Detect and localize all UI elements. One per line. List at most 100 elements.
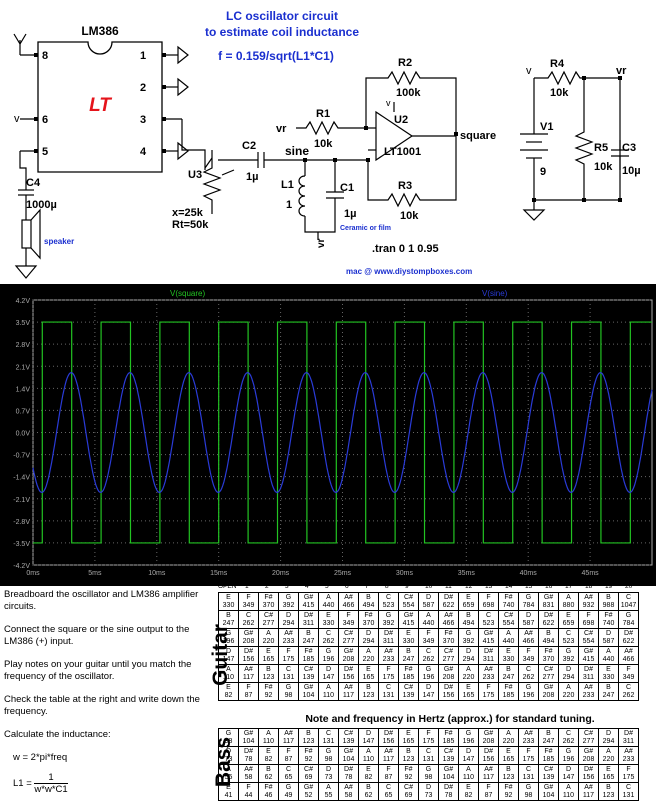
note-frequency: 98 <box>324 755 333 763</box>
note-cell: G 196 <box>418 664 439 683</box>
note-name: C <box>565 730 572 737</box>
y-tick-label: 2.1V <box>16 364 31 371</box>
instruction-3: Play notes on your guitar until you matc… <box>4 659 192 682</box>
r5-label: R5 <box>594 142 608 154</box>
note-frequency: 247 <box>502 673 515 681</box>
note-frequency: 262 <box>422 655 435 663</box>
note-cell: D# 156 <box>438 682 459 701</box>
note-cell: F 698 <box>478 592 499 611</box>
note-name: G# <box>483 630 494 637</box>
note-cell: C 262 <box>318 628 339 647</box>
note-frequency: 73 <box>324 773 333 781</box>
note-frequency: 392 <box>282 601 295 609</box>
note-frequency: 208 <box>582 755 595 763</box>
note-name: F <box>246 594 251 601</box>
note-cell: D# 78 <box>238 746 259 765</box>
note-name: F <box>246 684 251 691</box>
fret-number: 15 <box>525 583 533 590</box>
note-cell: E 165 <box>258 646 279 665</box>
v-label-lm386: v <box>14 113 20 125</box>
note-frequency: 1047 <box>620 601 637 609</box>
note-cell: G 392 <box>378 610 399 629</box>
note-frequency: 131 <box>522 773 535 781</box>
instructions: Breadboard the oscillator and LM386 ampl… <box>4 589 214 803</box>
note-frequency: 44 <box>244 791 253 799</box>
u3-x: x=25k <box>172 207 204 219</box>
note-cell: C 131 <box>378 682 399 701</box>
l1-label: L1 <box>281 179 294 191</box>
note-name: F <box>486 684 491 691</box>
x-tick-label: 20ms <box>272 570 290 577</box>
note-cell: C# 554 <box>498 610 519 629</box>
note-frequency: 156 <box>242 655 255 663</box>
note-frequency: 92 <box>304 755 313 763</box>
note-name: C <box>285 666 292 673</box>
note-name: E <box>226 784 231 791</box>
note-name: C# <box>304 666 313 673</box>
note-frequency: 523 <box>482 619 495 627</box>
note-cell: G 392 <box>278 592 299 611</box>
note-frequency: 740 <box>502 601 515 609</box>
string-row: B 247 C 262 C# 277 D 294 D# 311 E 330 F 349 F# 370 G 392 G… <box>218 610 639 629</box>
fret-number: 16 <box>545 583 553 590</box>
note-frequency: 247 <box>402 655 415 663</box>
note-name: C <box>625 684 632 691</box>
note-frequency: 784 <box>522 601 535 609</box>
lt-logo: LT <box>89 95 112 116</box>
note-name: G# <box>303 684 314 691</box>
note-name: F# <box>404 666 413 673</box>
fret-number: 20 <box>625 583 633 590</box>
note-cell: D 147 <box>218 646 239 665</box>
note-frequency: 233 <box>622 755 635 763</box>
note-frequency: 220 <box>602 755 615 763</box>
note-name: E <box>606 666 611 673</box>
note-name: C <box>485 612 492 619</box>
note-frequency: 117 <box>342 691 355 699</box>
note-frequency: 104 <box>542 791 555 799</box>
note-name: G <box>225 730 232 737</box>
note-cell: A# 233 <box>478 664 499 683</box>
note-cell: F 87 <box>478 782 499 801</box>
note-name: D <box>565 666 572 673</box>
string-row: E 330 F 349 F# 370 G 392 G# 415 A 440 A# 466 B 494 C 523 C… <box>218 592 639 611</box>
note-frequency: 311 <box>382 637 395 645</box>
note-name: F <box>526 748 531 755</box>
note-cell: C 262 <box>238 610 259 629</box>
fret-number: 19 <box>605 583 613 590</box>
v-label-r4: v <box>526 65 532 77</box>
note-name: G# <box>443 766 454 773</box>
note-frequency: 165 <box>262 655 275 663</box>
note-cell: A# 117 <box>278 728 299 747</box>
note-cell: A 220 <box>598 746 619 765</box>
note-cell: G# 208 <box>338 646 359 665</box>
note-cell: B 247 <box>298 628 319 647</box>
note-cell: G# 208 <box>478 728 499 747</box>
note-name: F# <box>544 748 553 755</box>
equation-fraction: 1 w*w*C1 <box>34 772 68 795</box>
note-frequency: 277 <box>262 619 275 627</box>
note-frequency: 110 <box>222 673 235 681</box>
v1-value: 9 <box>540 166 546 178</box>
note-name: G <box>525 684 532 691</box>
note-name: G# <box>403 612 414 619</box>
note-name: B <box>266 666 271 673</box>
note-name: D <box>325 666 332 673</box>
note-name: C# <box>404 784 413 791</box>
pin-1: 1 <box>140 50 146 62</box>
note-cell: F# 740 <box>498 592 519 611</box>
note-frequency: 131 <box>422 755 435 763</box>
r1-value: 10k <box>314 138 333 150</box>
note-name: C <box>425 748 432 755</box>
note-frequency: 349 <box>622 673 635 681</box>
note-cell: D 147 <box>418 682 439 701</box>
fret-number: 3 <box>285 583 289 590</box>
note-frequency: 52 <box>304 791 313 799</box>
note-frequency: 175 <box>622 773 635 781</box>
note-name: G# <box>343 648 354 655</box>
note-frequency: 175 <box>482 691 495 699</box>
note-name: G# <box>583 748 594 755</box>
note-name: B <box>306 630 311 637</box>
note-name: D <box>285 612 292 619</box>
note-name: F <box>386 666 391 673</box>
note-frequency: 196 <box>462 737 475 745</box>
